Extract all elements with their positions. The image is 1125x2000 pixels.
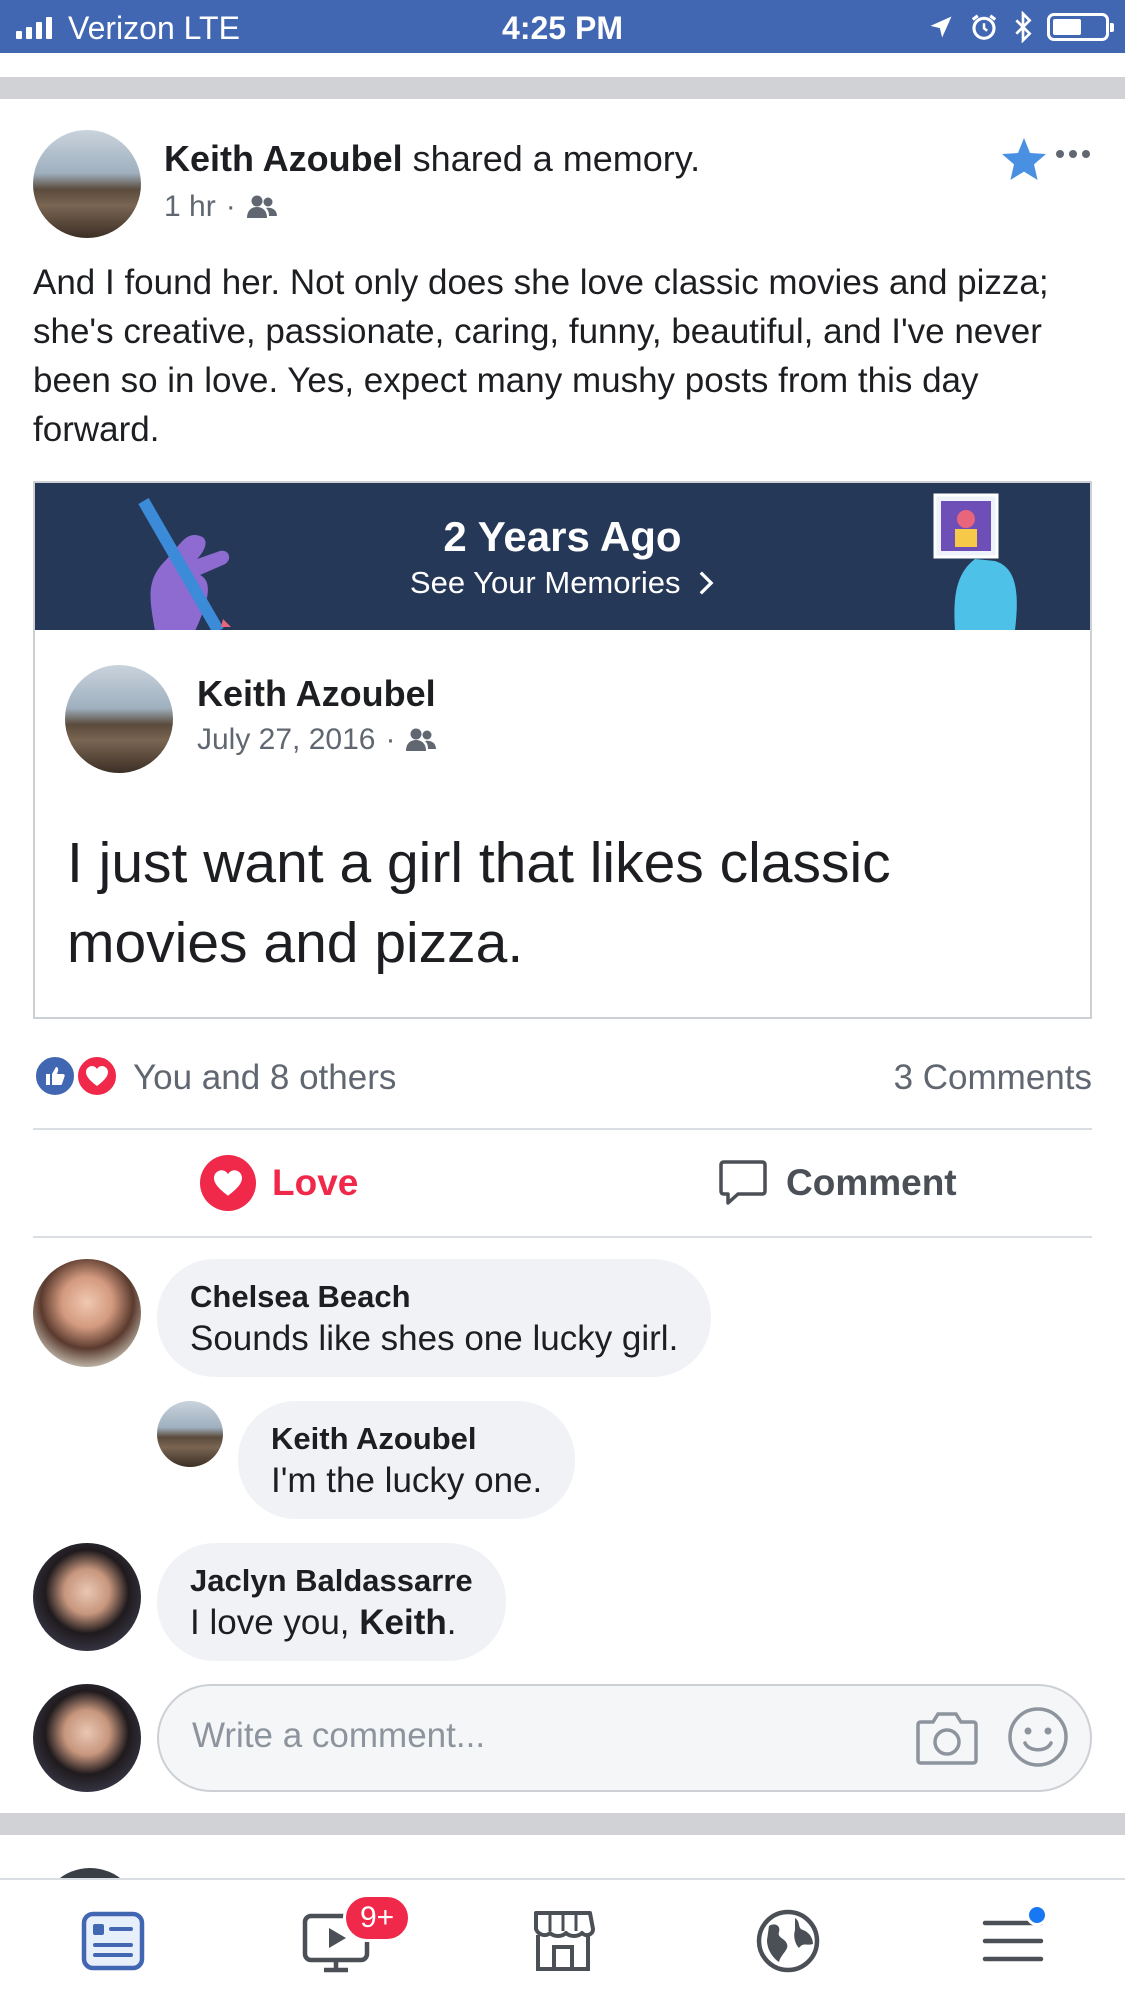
commenter-avatar[interactable] bbox=[33, 1259, 141, 1367]
location-arrow-icon bbox=[930, 16, 952, 38]
heart-icon bbox=[200, 1155, 256, 1211]
menu-notification-dot bbox=[1026, 1904, 1048, 1926]
notification-badge: 9+ bbox=[343, 1894, 412, 1942]
comment-text-suffix: . bbox=[446, 1603, 457, 1642]
divider bbox=[33, 1236, 1092, 1238]
commenter-avatar[interactable] bbox=[33, 1543, 141, 1651]
author-name[interactable]: Keith Azoubel bbox=[164, 138, 403, 179]
reaction-summary-text[interactable]: You and 8 others bbox=[133, 1058, 396, 1098]
comment-text: Sounds like shes one lucky girl. bbox=[190, 1319, 679, 1358]
bluetooth-icon bbox=[1015, 11, 1032, 43]
marketplace-icon bbox=[533, 1911, 595, 1971]
memory-card[interactable]: 2 Years Ago See Your Memories Keith Azou… bbox=[33, 481, 1092, 1019]
love-reaction-icon bbox=[75, 1054, 119, 1098]
memory-date-text[interactable]: July 27, 2016 bbox=[197, 723, 375, 757]
reply[interactable]: Keith Azoubel I'm the lucky one. bbox=[238, 1401, 576, 1519]
battery-icon bbox=[1047, 13, 1114, 41]
friends-audience-icon[interactable] bbox=[246, 194, 278, 220]
alarm-icon bbox=[971, 14, 997, 40]
love-button-label: Love bbox=[272, 1162, 359, 1203]
memory-author-name[interactable]: Keith Azoubel bbox=[197, 673, 436, 715]
divider bbox=[33, 1128, 1092, 1130]
favorite-star-icon[interactable] bbox=[1000, 136, 1048, 182]
comment-bubble-icon bbox=[719, 1160, 767, 1205]
comment-input[interactable]: Write a comment... bbox=[157, 1684, 1092, 1792]
reactions-summary[interactable]: You and 8 others 3 Comments bbox=[33, 1050, 1092, 1100]
comment-author[interactable]: Keith Azoubel bbox=[271, 1419, 542, 1459]
memory-date: July 27, 2016 · bbox=[197, 723, 437, 757]
news-feed-icon bbox=[81, 1911, 144, 1971]
status-bar: Verizon LTE 4:25 PM bbox=[0, 0, 1125, 53]
comment-count[interactable]: 3 Comments bbox=[894, 1058, 1092, 1098]
camera-icon[interactable] bbox=[915, 1708, 979, 1766]
tab-menu[interactable] bbox=[900, 1880, 1125, 2000]
comment-button[interactable]: Comment bbox=[718, 1159, 957, 1207]
memory-post-text: I just want a girl that likes classic mo… bbox=[67, 831, 891, 975]
feed-divider bbox=[0, 77, 1125, 99]
comment[interactable]: Jaclyn Baldassarre I love you, Keith. bbox=[157, 1543, 506, 1661]
tab-notifications[interactable] bbox=[675, 1880, 900, 2000]
reply-avatar[interactable] bbox=[157, 1401, 223, 1467]
bottom-tab-bar: 9+ bbox=[0, 1878, 1125, 2000]
comment-author[interactable]: Chelsea Beach bbox=[190, 1277, 678, 1317]
more-options-icon[interactable] bbox=[1056, 150, 1090, 158]
feed-divider bbox=[0, 1813, 1125, 1835]
comment-text: I love you, Keith. bbox=[190, 1601, 473, 1645]
post-body: And I found her. Not only does she love … bbox=[33, 263, 1049, 449]
like-reaction-icon bbox=[33, 1054, 77, 1098]
memory-banner[interactable]: 2 Years Ago See Your Memories bbox=[35, 483, 1090, 630]
mention[interactable]: Keith bbox=[359, 1603, 447, 1642]
status-icons bbox=[927, 10, 1114, 44]
memory-author-avatar[interactable] bbox=[65, 665, 173, 773]
post-action: shared a memory. bbox=[402, 138, 701, 179]
tab-watch[interactable]: 9+ bbox=[225, 1880, 450, 2000]
see-memories-label: See Your Memories bbox=[409, 565, 681, 600]
current-user-avatar bbox=[33, 1684, 141, 1792]
globe-icon bbox=[756, 1909, 819, 1973]
comment-button-label: Comment bbox=[786, 1162, 957, 1203]
friends-audience-icon bbox=[406, 728, 437, 751]
reaction-icons bbox=[33, 1054, 121, 1100]
comment-text: I'm the lucky one. bbox=[271, 1461, 543, 1500]
hand-photo-illustration bbox=[933, 493, 1017, 630]
chevron-right-icon bbox=[699, 571, 714, 595]
comment-author[interactable]: Jaclyn Baldassarre bbox=[190, 1561, 473, 1601]
tab-news-feed[interactable] bbox=[0, 1880, 225, 2000]
tab-marketplace[interactable] bbox=[450, 1880, 675, 2000]
post-meta: 1 hr · bbox=[164, 190, 278, 224]
post-time[interactable]: 1 hr bbox=[164, 190, 216, 224]
love-button[interactable]: Love bbox=[200, 1155, 358, 1211]
comment[interactable]: Chelsea Beach Sounds like shes one lucky… bbox=[157, 1259, 712, 1377]
comment-input-placeholder: Write a comment... bbox=[192, 1716, 486, 1755]
author-avatar[interactable] bbox=[33, 130, 141, 238]
post-header: Keith Azoubel shared a memory. bbox=[164, 138, 700, 180]
comment-text-prefix: I love you, bbox=[190, 1603, 360, 1642]
emoji-icon[interactable] bbox=[1007, 1706, 1069, 1768]
